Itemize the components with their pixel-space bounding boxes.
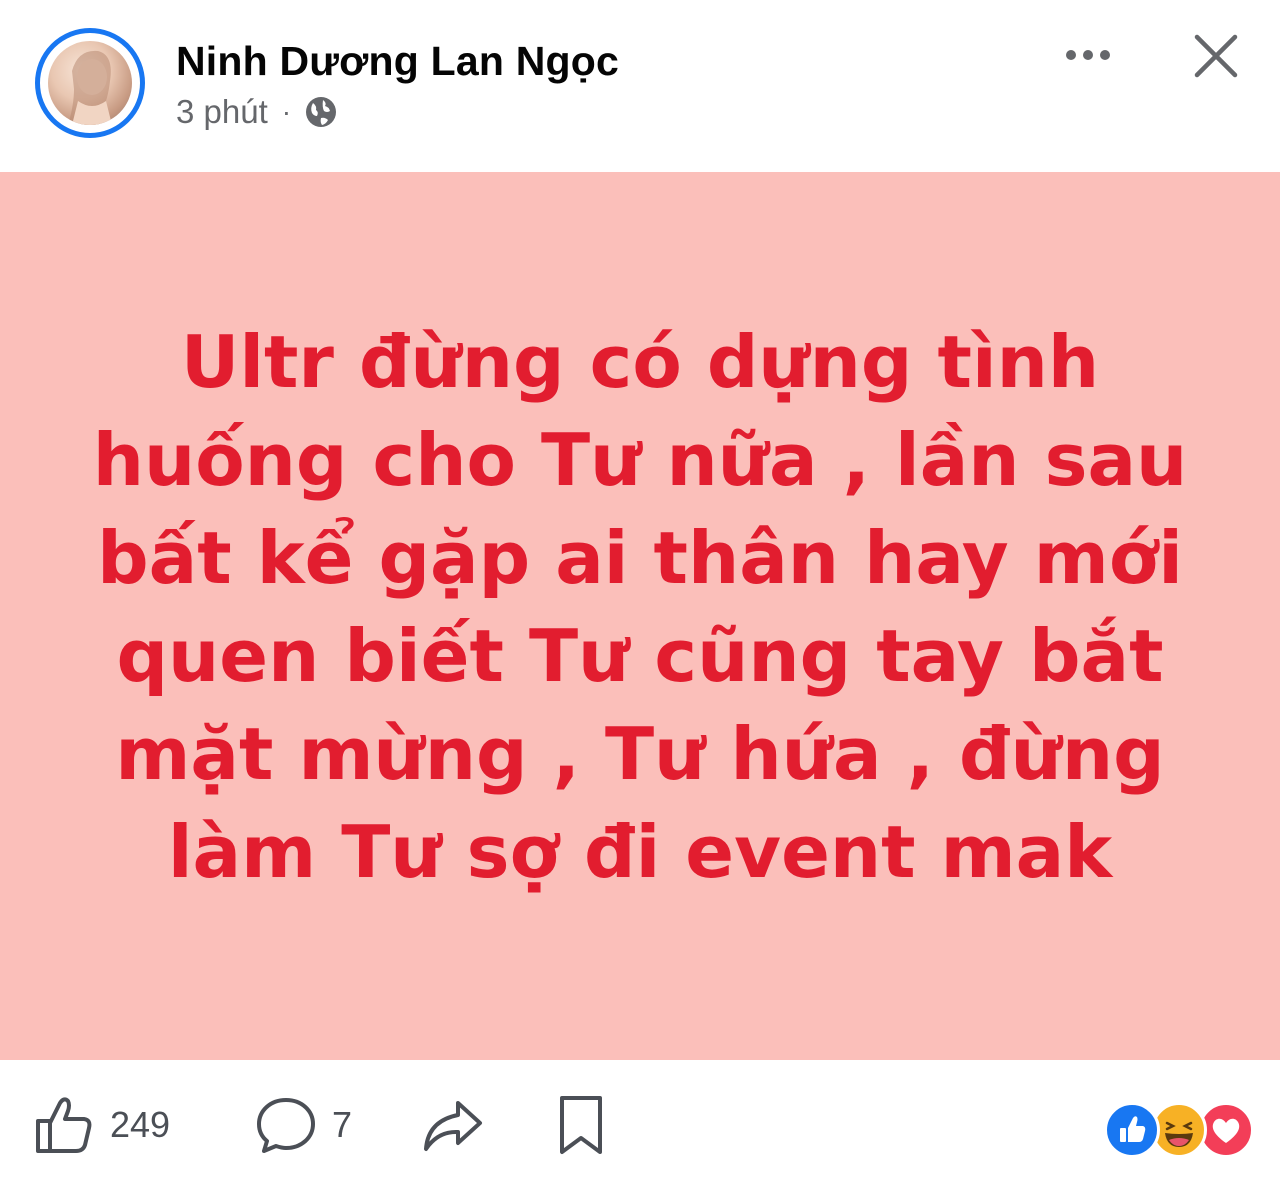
post-footer — [0, 1060, 1280, 1181]
post-text-line: mặt mừng , Tư hứa , đừng — [115, 712, 1165, 796]
close-icon — [1194, 34, 1238, 78]
like-reaction-icon — [1104, 1102, 1160, 1158]
comment-button[interactable]: 7 — [256, 1092, 352, 1158]
thumbs-up-icon — [36, 1097, 92, 1153]
avatar-image — [48, 41, 132, 125]
close-button[interactable] — [1188, 28, 1244, 84]
post-time[interactable]: 3 phút — [176, 93, 268, 131]
more-options-icon — [1066, 50, 1110, 60]
post-meta: 3 phút · — [176, 92, 339, 132]
bookmark-icon — [560, 1096, 602, 1154]
reaction-summary[interactable] — [1104, 1102, 1254, 1158]
post-viewer: Ninh Dương Lan Ngọc 3 phút · Ultr đừng c… — [0, 0, 1280, 1181]
save-button[interactable] — [556, 1092, 606, 1158]
comment-count: 7 — [332, 1104, 353, 1145]
post-text-line: Ultr đừng có dựng tình — [180, 320, 1100, 404]
post-text-line: làm Tư sợ đi event mak — [167, 810, 1113, 894]
more-options-button[interactable] — [1058, 30, 1118, 80]
like-count: 249 — [110, 1104, 171, 1145]
meta-separator: · — [281, 96, 292, 127]
post-header: Ninh Dương Lan Ngọc 3 phút · — [0, 0, 1280, 172]
post-content-background: Ultr đừng có dựng tình huống cho Tư nữa … — [0, 172, 1280, 1060]
share-button[interactable] — [422, 1092, 484, 1158]
post-text-line: huống cho Tư nữa , lần sau — [92, 418, 1188, 502]
globe-icon[interactable] — [303, 94, 339, 130]
comment-bubble-icon — [257, 1098, 315, 1153]
like-button[interactable]: 249 — [34, 1092, 170, 1158]
post-text-line: bất kể gặp ai thân hay mới — [97, 516, 1183, 600]
author-name[interactable]: Ninh Dương Lan Ngọc — [176, 38, 619, 85]
post-text: Ultr đừng có dựng tình huống cho Tư nữa … — [80, 313, 1200, 901]
avatar[interactable] — [35, 28, 145, 138]
share-arrow-icon — [424, 1101, 482, 1151]
post-text-line: quen biết Tư cũng tay bắt — [116, 614, 1164, 698]
